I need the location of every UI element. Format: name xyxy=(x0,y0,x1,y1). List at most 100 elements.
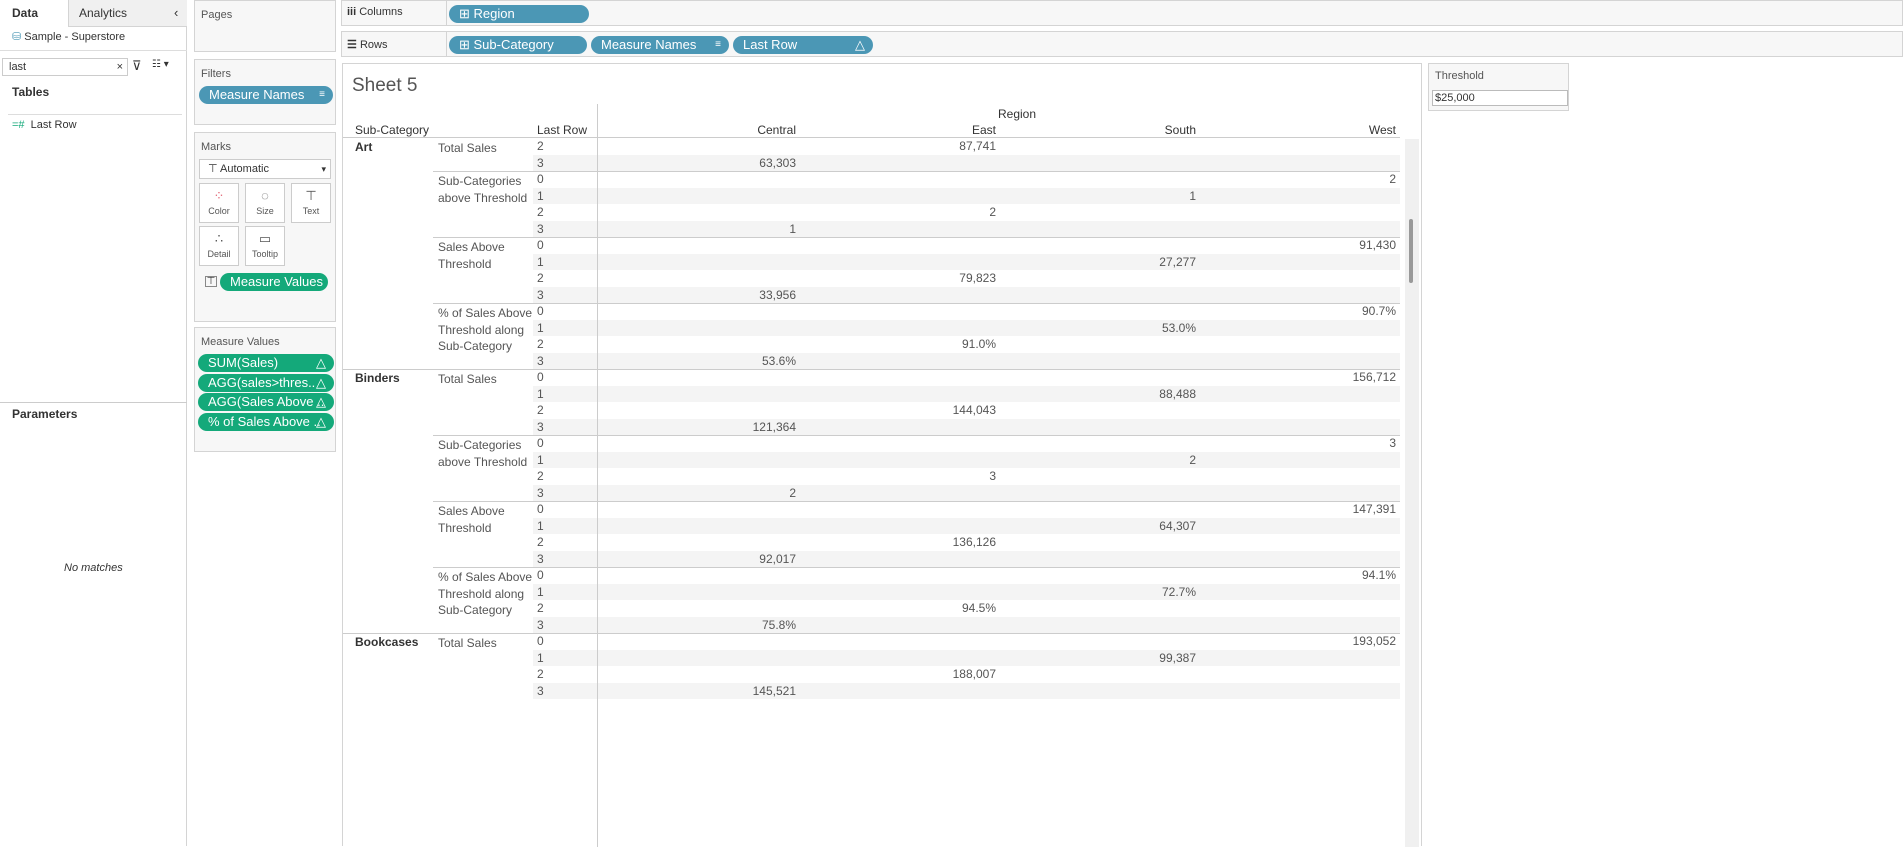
text-encoding-icon: ⊤ xyxy=(205,276,217,287)
tab-analytics[interactable]: Analytics xyxy=(68,0,187,27)
delta-icon: △ xyxy=(316,375,326,390)
cell-value: 63,303 xyxy=(759,155,796,170)
divider xyxy=(8,114,182,115)
cell-value: 147,391 xyxy=(1352,502,1396,516)
row-pill-last-row[interactable]: Last Row △ xyxy=(733,36,873,54)
threshold-parameter-card: Threshold $25,000 xyxy=(1428,63,1569,111)
text-icon: ⊤ xyxy=(305,188,317,203)
divider xyxy=(446,32,447,57)
text-mark-icon: ⊤ xyxy=(208,163,218,175)
cell-value: 145,521 xyxy=(752,683,796,698)
filters-shelf[interactable]: Filters Measure Names ≡ xyxy=(194,59,336,125)
cell-value: 79,823 xyxy=(959,271,996,285)
measure-values-shelf[interactable]: Measure Values SUM(Sales) △ AGG(sales>thr… xyxy=(194,327,336,452)
tables-heading: Tables xyxy=(12,85,50,99)
sheet-view: Sheet 5 Region Sub-Category Last Row Centra… xyxy=(342,63,1422,847)
pill-label: AGG(Sales Above .. xyxy=(208,394,325,409)
clear-icon[interactable]: × xyxy=(117,59,123,75)
marks-title: Marks xyxy=(201,141,231,153)
filter-icon[interactable]: ⊽ xyxy=(132,58,142,74)
columns-label: iii Columns xyxy=(347,6,447,18)
last-row-value: 1 xyxy=(537,650,544,665)
cell-value: 2 xyxy=(989,205,996,219)
row-band xyxy=(533,253,1400,270)
cell-value: 91.0% xyxy=(961,337,996,351)
color-button[interactable]: ⁘ Color xyxy=(199,183,239,223)
column-pill-region[interactable]: ⊞ Region xyxy=(449,5,589,23)
measure-name-label: Total Sales xyxy=(438,636,497,650)
last-row-value: 2 xyxy=(537,535,544,549)
mark-type-dropdown[interactable]: ⊤ Automatic ▾ xyxy=(199,159,331,179)
collapse-icon[interactable]: ‹ xyxy=(174,5,178,20)
threshold-input[interactable]: $25,000 xyxy=(1432,90,1568,106)
button-label: Size xyxy=(256,206,274,216)
cell-value: 99,387 xyxy=(1159,650,1196,665)
data-pane: Data Analytics ‹ ⛁ Sample - Superstore l… xyxy=(0,0,187,846)
divider xyxy=(446,1,447,26)
last-row-value: 3 xyxy=(537,683,544,698)
last-row-value: 2 xyxy=(537,139,544,153)
cell-value: 2 xyxy=(1389,172,1396,186)
field-label: Last Row xyxy=(30,119,77,131)
chevron-down-icon: ▾ xyxy=(321,164,326,174)
search-field[interactable]: last × xyxy=(2,58,128,76)
cell-value: 2 xyxy=(1189,452,1196,467)
row-band xyxy=(533,451,1400,468)
rows-shelf[interactable]: ☰ Rows ⊞ Sub-Category Measure Names ≡ Las… xyxy=(341,31,1903,57)
last-row-value: 2 xyxy=(537,337,544,351)
measure-pill[interactable]: AGG(sales>thres.. △ xyxy=(198,374,334,392)
scrollbar-thumb[interactable] xyxy=(1409,219,1413,283)
tooltip-button[interactable]: ▭ Tooltip xyxy=(245,226,285,266)
threshold-title: Threshold xyxy=(1435,70,1484,82)
number-field-icon: =# xyxy=(12,119,25,131)
pill-label: Measure Names xyxy=(601,37,697,52)
view-options-icon[interactable]: ☷ ▾ xyxy=(152,59,169,70)
last-row-value: 1 xyxy=(537,254,544,269)
field-last-row[interactable]: =# Last Row xyxy=(12,119,77,131)
last-row-value: 0 xyxy=(537,370,544,384)
delta-icon: △ xyxy=(316,394,326,409)
row-pill-sub-category[interactable]: ⊞ Sub-Category xyxy=(449,36,587,54)
last-row-value: 3 xyxy=(537,551,544,566)
last-row-value: 2 xyxy=(537,403,544,417)
datasource[interactable]: ⛁ Sample - Superstore xyxy=(12,30,125,43)
row-band xyxy=(533,154,1400,171)
cell-value: 33,956 xyxy=(759,287,796,302)
filter-pill-measure-names[interactable]: Measure Names ≡ xyxy=(199,86,333,104)
cell-value: 3 xyxy=(989,469,996,483)
last-row-value: 0 xyxy=(537,568,544,582)
cell-value: 53.0% xyxy=(1161,320,1196,335)
pages-shelf[interactable]: Pages xyxy=(194,0,336,52)
header-sub-category: Sub-Category xyxy=(355,123,430,137)
detail-button[interactable]: ∴ Detail xyxy=(199,226,239,266)
size-button[interactable]: ◌ Size xyxy=(245,183,285,223)
tab-data[interactable]: Data xyxy=(0,0,68,27)
cell-value: 91,430 xyxy=(1359,238,1396,252)
last-row-value: 3 xyxy=(537,419,544,434)
measure-pill[interactable]: % of Sales Above .. △ xyxy=(198,413,334,431)
label: Columns xyxy=(359,6,403,18)
divider xyxy=(0,402,187,403)
measure-pill[interactable]: SUM(Sales) △ xyxy=(198,354,334,372)
cell-value: 1 xyxy=(1189,188,1196,203)
cell-value: 2 xyxy=(789,485,796,500)
filters-title: Filters xyxy=(201,68,231,80)
measure-name-label: % of Sales Above Threshold along Sub-Cat… xyxy=(438,570,533,617)
columns-shelf[interactable]: iii Columns ⊞ Region xyxy=(341,0,1903,26)
vertical-scrollbar[interactable] xyxy=(1405,139,1419,847)
header-line xyxy=(343,137,1400,138)
last-row-value: 2 xyxy=(537,667,544,681)
row-band xyxy=(533,286,1400,303)
last-row-value: 0 xyxy=(537,502,544,516)
measure-pill[interactable]: AGG(Sales Above .. △ xyxy=(198,393,334,411)
marks-pill-measure-values[interactable]: Measure Values xyxy=(220,273,328,291)
cell-value: 188,007 xyxy=(952,667,996,681)
row-band xyxy=(533,220,1400,237)
text-button[interactable]: ⊤ Text xyxy=(291,183,331,223)
cell-value: 193,052 xyxy=(1352,634,1396,648)
row-pill-measure-names[interactable]: Measure Names ≡ xyxy=(591,36,729,54)
group-divider xyxy=(433,567,1400,568)
cell-value: 156,712 xyxy=(1352,370,1396,384)
row-band xyxy=(533,352,1400,369)
last-row-value: 1 xyxy=(537,518,544,533)
